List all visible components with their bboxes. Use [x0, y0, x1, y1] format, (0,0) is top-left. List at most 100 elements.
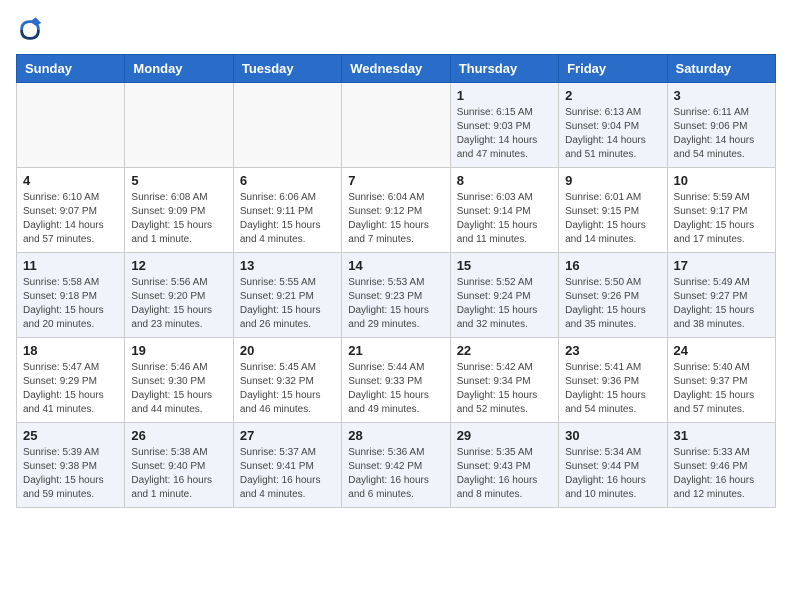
calendar-week-row: 11 Sunrise: 5:58 AM Sunset: 9:18 PM Dayli…: [17, 253, 776, 338]
calendar-day-29: 29 Sunrise: 5:35 AM Sunset: 9:43 PM Dayli…: [450, 423, 558, 508]
day-info: Sunrise: 5:41 AM Sunset: 9:36 PM Dayligh…: [565, 361, 660, 417]
day-info: Sunrise: 5:50 AM Sunset: 9:26 PM Dayligh…: [565, 276, 660, 332]
col-header-saturday: Saturday: [667, 55, 775, 83]
calendar-day-7: 7 Sunrise: 6:04 AM Sunset: 9:12 PM Daylig…: [342, 168, 450, 253]
day-number: 5: [131, 173, 226, 188]
day-info: Sunrise: 5:46 AM Sunset: 9:30 PM Dayligh…: [131, 361, 226, 417]
day-number: 24: [674, 343, 769, 358]
day-number: 29: [457, 428, 552, 443]
day-number: 12: [131, 258, 226, 273]
day-number: 13: [240, 258, 335, 273]
day-number: 10: [674, 173, 769, 188]
calendar-week-row: 25 Sunrise: 5:39 AM Sunset: 9:38 PM Dayli…: [17, 423, 776, 508]
day-info: Sunrise: 5:55 AM Sunset: 9:21 PM Dayligh…: [240, 276, 335, 332]
day-number: 18: [23, 343, 118, 358]
calendar-day-19: 19 Sunrise: 5:46 AM Sunset: 9:30 PM Dayli…: [125, 338, 233, 423]
calendar-week-row: 18 Sunrise: 5:47 AM Sunset: 9:29 PM Dayli…: [17, 338, 776, 423]
day-info: Sunrise: 5:53 AM Sunset: 9:23 PM Dayligh…: [348, 276, 443, 332]
calendar-day-16: 16 Sunrise: 5:50 AM Sunset: 9:26 PM Dayli…: [559, 253, 667, 338]
logo-icon: [16, 16, 44, 44]
day-info: Sunrise: 5:37 AM Sunset: 9:41 PM Dayligh…: [240, 446, 335, 502]
calendar-day-18: 18 Sunrise: 5:47 AM Sunset: 9:29 PM Dayli…: [17, 338, 125, 423]
col-header-wednesday: Wednesday: [342, 55, 450, 83]
day-number: 25: [23, 428, 118, 443]
day-number: 27: [240, 428, 335, 443]
calendar-day-8: 8 Sunrise: 6:03 AM Sunset: 9:14 PM Daylig…: [450, 168, 558, 253]
calendar-day-3: 3Sunrise: 6:11 AM Sunset: 9:06 PM Daylig…: [667, 83, 775, 168]
calendar-day-2: 2Sunrise: 6:13 AM Sunset: 9:04 PM Daylig…: [559, 83, 667, 168]
calendar-day-21: 21 Sunrise: 5:44 AM Sunset: 9:33 PM Dayli…: [342, 338, 450, 423]
calendar-day-26: 26Sunrise: 5:38 AM Sunset: 9:40 PM Dayli…: [125, 423, 233, 508]
calendar-day-22: 22Sunrise: 5:42 AM Sunset: 9:34 PM Dayli…: [450, 338, 558, 423]
day-number: 4: [23, 173, 118, 188]
day-info: Sunrise: 5:40 AM Sunset: 9:37 PM Dayligh…: [674, 361, 769, 417]
day-info: Sunrise: 6:10 AM Sunset: 9:07 PM Dayligh…: [23, 191, 118, 247]
calendar-day-12: 12 Sunrise: 5:56 AM Sunset: 9:20 PM Dayli…: [125, 253, 233, 338]
day-info: Sunrise: 5:36 AM Sunset: 9:42 PM Dayligh…: [348, 446, 443, 502]
day-info: Sunrise: 5:44 AM Sunset: 9:33 PM Dayligh…: [348, 361, 443, 417]
day-number: 6: [240, 173, 335, 188]
day-number: 1: [457, 88, 552, 103]
calendar-day-5: 5 Sunrise: 6:08 AM Sunset: 9:09 PM Daylig…: [125, 168, 233, 253]
calendar-day-25: 25 Sunrise: 5:39 AM Sunset: 9:38 PM Dayli…: [17, 423, 125, 508]
calendar-header-row: SundayMondayTuesdayWednesdayThursdayFrid…: [17, 55, 776, 83]
day-info: Sunrise: 6:11 AM Sunset: 9:06 PM Dayligh…: [674, 106, 769, 162]
calendar-day-empty: [342, 83, 450, 168]
day-info: Sunrise: 6:06 AM Sunset: 9:11 PM Dayligh…: [240, 191, 335, 247]
calendar-day-27: 27 Sunrise: 5:37 AM Sunset: 9:41 PM Dayli…: [233, 423, 341, 508]
day-info: Sunrise: 5:52 AM Sunset: 9:24 PM Dayligh…: [457, 276, 552, 332]
header: [16, 16, 776, 44]
day-info: Sunrise: 5:56 AM Sunset: 9:20 PM Dayligh…: [131, 276, 226, 332]
calendar-day-15: 15 Sunrise: 5:52 AM Sunset: 9:24 PM Dayli…: [450, 253, 558, 338]
day-info: Sunrise: 5:58 AM Sunset: 9:18 PM Dayligh…: [23, 276, 118, 332]
day-info: Sunrise: 5:33 AM Sunset: 9:46 PM Dayligh…: [674, 446, 769, 502]
day-number: 17: [674, 258, 769, 273]
day-number: 7: [348, 173, 443, 188]
calendar-day-23: 23 Sunrise: 5:41 AM Sunset: 9:36 PM Dayli…: [559, 338, 667, 423]
calendar-day-4: 4 Sunrise: 6:10 AM Sunset: 9:07 PM Daylig…: [17, 168, 125, 253]
calendar-day-9: 9Sunrise: 6:01 AM Sunset: 9:15 PM Daylig…: [559, 168, 667, 253]
calendar-day-17: 17 Sunrise: 5:49 AM Sunset: 9:27 PM Dayli…: [667, 253, 775, 338]
calendar-day-20: 20Sunrise: 5:45 AM Sunset: 9:32 PM Dayli…: [233, 338, 341, 423]
day-info: Sunrise: 5:39 AM Sunset: 9:38 PM Dayligh…: [23, 446, 118, 502]
day-number: 8: [457, 173, 552, 188]
day-number: 28: [348, 428, 443, 443]
calendar-day-31: 31 Sunrise: 5:33 AM Sunset: 9:46 PM Dayli…: [667, 423, 775, 508]
calendar-day-6: 6 Sunrise: 6:06 AM Sunset: 9:11 PM Daylig…: [233, 168, 341, 253]
day-number: 15: [457, 258, 552, 273]
day-info: Sunrise: 5:42 AM Sunset: 9:34 PM Dayligh…: [457, 361, 552, 417]
day-number: 21: [348, 343, 443, 358]
day-info: Sunrise: 6:13 AM Sunset: 9:04 PM Dayligh…: [565, 106, 660, 162]
calendar-week-row: 1 Sunrise: 6:15 AM Sunset: 9:03 PM Daylig…: [17, 83, 776, 168]
calendar-day-13: 13 Sunrise: 5:55 AM Sunset: 9:21 PM Dayli…: [233, 253, 341, 338]
day-info: Sunrise: 6:15 AM Sunset: 9:03 PM Dayligh…: [457, 106, 552, 162]
day-info: Sunrise: 6:03 AM Sunset: 9:14 PM Dayligh…: [457, 191, 552, 247]
day-info: Sunrise: 5:34 AM Sunset: 9:44 PM Dayligh…: [565, 446, 660, 502]
day-number: 20: [240, 343, 335, 358]
day-number: 23: [565, 343, 660, 358]
day-number: 16: [565, 258, 660, 273]
col-header-thursday: Thursday: [450, 55, 558, 83]
calendar-day-empty: [17, 83, 125, 168]
calendar-day-empty: [233, 83, 341, 168]
calendar-table: SundayMondayTuesdayWednesdayThursdayFrid…: [16, 54, 776, 508]
calendar-day-14: 14Sunrise: 5:53 AM Sunset: 9:23 PM Dayli…: [342, 253, 450, 338]
day-number: 11: [23, 258, 118, 273]
col-header-tuesday: Tuesday: [233, 55, 341, 83]
day-number: 31: [674, 428, 769, 443]
day-info: Sunrise: 6:08 AM Sunset: 9:09 PM Dayligh…: [131, 191, 226, 247]
day-info: Sunrise: 5:47 AM Sunset: 9:29 PM Dayligh…: [23, 361, 118, 417]
day-info: Sunrise: 6:04 AM Sunset: 9:12 PM Dayligh…: [348, 191, 443, 247]
day-info: Sunrise: 5:49 AM Sunset: 9:27 PM Dayligh…: [674, 276, 769, 332]
day-info: Sunrise: 5:35 AM Sunset: 9:43 PM Dayligh…: [457, 446, 552, 502]
col-header-friday: Friday: [559, 55, 667, 83]
calendar-day-1: 1 Sunrise: 6:15 AM Sunset: 9:03 PM Daylig…: [450, 83, 558, 168]
day-number: 19: [131, 343, 226, 358]
calendar-day-30: 30Sunrise: 5:34 AM Sunset: 9:44 PM Dayli…: [559, 423, 667, 508]
calendar-day-empty: [125, 83, 233, 168]
day-info: Sunrise: 5:59 AM Sunset: 9:17 PM Dayligh…: [674, 191, 769, 247]
day-number: 9: [565, 173, 660, 188]
calendar-day-28: 28 Sunrise: 5:36 AM Sunset: 9:42 PM Dayli…: [342, 423, 450, 508]
col-header-sunday: Sunday: [17, 55, 125, 83]
calendar-day-24: 24 Sunrise: 5:40 AM Sunset: 9:37 PM Dayli…: [667, 338, 775, 423]
